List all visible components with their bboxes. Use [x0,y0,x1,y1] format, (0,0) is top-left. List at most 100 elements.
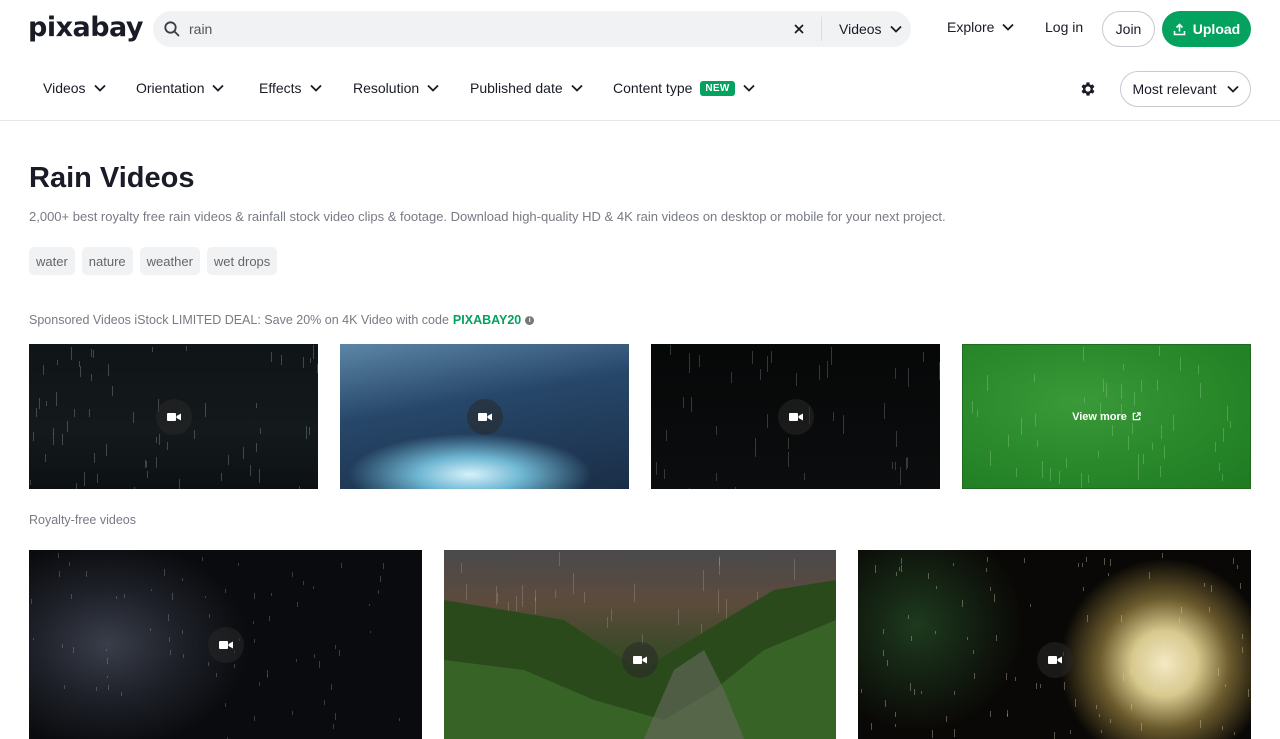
rain-streak [33,432,34,441]
rain-streak [1087,615,1088,622]
sponsored-text: Sponsored Videos iStock LIMITED DEAL: Sa… [29,313,449,327]
rain-streak [935,631,936,634]
upload-label: Upload [1192,21,1241,37]
rain-streak [259,682,260,686]
video-tile-2[interactable] [444,550,836,739]
rain-streak [861,689,862,693]
join-button[interactable]: Join [1102,11,1155,47]
sort-dropdown[interactable]: Most relevant [1120,71,1251,107]
rain-streak [271,352,272,362]
gear-icon[interactable] [1079,80,1097,98]
info-icon[interactable]: i [525,315,535,325]
rain-streak [335,713,336,720]
rain-streak [96,687,97,691]
tag-nature[interactable]: nature [81,247,133,275]
rain-streak [370,631,371,633]
rain-streak [656,462,657,475]
rain-streak [194,430,195,439]
tag-wet-drops[interactable]: wet drops [206,247,278,275]
rain-streak [994,594,995,602]
rain-streak [225,589,226,593]
rain-streak [94,453,95,463]
rain-streak [39,398,40,409]
rain-streak [883,650,884,656]
tag-weather[interactable]: weather [139,247,200,275]
pixabay-logo[interactable]: pixabay [28,12,144,43]
rain-streak [260,428,261,434]
rain-streak [1083,587,1084,591]
filter-published-date[interactable]: Published date [470,80,583,96]
rain-streak [1153,629,1154,634]
explore-menu[interactable]: Explore [947,19,1015,35]
chevron-down-icon [93,84,106,92]
rain-streak [1099,714,1100,717]
rain-streak [228,455,229,465]
rain-streak [378,590,379,594]
rain-streak [91,374,92,381]
rain-streak [895,724,896,727]
rain-streak [156,437,157,443]
rain-streak [896,572,897,576]
sponsored-video-1[interactable] [29,344,318,489]
filter-label: Videos [43,80,86,96]
view-more-link: View more [963,345,1250,488]
filter-effects[interactable]: Effects [259,80,322,96]
search-type-dropdown[interactable]: Videos [839,11,902,47]
rain-streak [67,421,68,432]
rain-streak [339,650,340,656]
upload-button[interactable]: Upload [1162,11,1251,47]
rain-streak [59,571,60,577]
filter-label: Published date [470,80,563,96]
rain-streak [973,650,974,654]
chevron-down-icon [427,84,439,92]
search-input[interactable] [189,11,769,47]
view-more-label: View more [1072,410,1127,423]
rain-streak [716,473,717,481]
rain-streak [901,565,902,572]
rain-streak [1240,583,1241,589]
explore-label: Explore [947,19,995,35]
rain-streak [80,366,81,377]
video-tile-3[interactable] [858,550,1251,739]
rain-streak [172,593,173,600]
rain-streak [914,689,915,695]
filter-label: Content type [613,80,693,96]
rain-streak [843,415,844,434]
login-link[interactable]: Log in [1045,19,1083,35]
promo-code[interactable]: PIXABAY20 [453,313,521,327]
rain-streak [767,414,768,428]
rain-streak [106,649,107,651]
rain-streak [243,447,244,459]
rain-streak [771,351,772,363]
rain-streak [1242,634,1243,639]
filter-content-type[interactable]: Content type NEW [613,80,755,96]
rain-streak [1131,704,1132,710]
rain-streak [46,401,47,406]
clear-search-button[interactable] [789,19,809,39]
rain-streak [71,347,72,360]
search-divider [821,17,822,41]
filter-resolution[interactable]: Resolution [353,80,439,96]
rain-streak [990,587,991,591]
rain-streak [908,615,909,619]
rain-streak [827,361,828,378]
rain-streak [146,461,147,467]
tag-water[interactable]: water [29,247,75,275]
rain-streak [86,571,87,577]
rain-streak [735,487,736,489]
rain-streak [319,661,320,668]
rain-streak [208,662,209,666]
rain-streak [1131,670,1132,676]
sponsored-video-2[interactable] [340,344,629,489]
rain-streak [53,433,54,445]
rain-streak [306,426,307,439]
rain-streak [167,442,168,450]
sponsored-video-3[interactable] [651,344,940,489]
rain-streak [1234,732,1235,735]
view-more-tile[interactable]: View more [962,344,1251,489]
filter-videos[interactable]: Videos [43,80,106,96]
rain-streak [788,438,789,449]
video-tile-1[interactable] [29,550,422,739]
rain-streak [1101,730,1102,733]
filter-orientation[interactable]: Orientation [136,80,225,96]
